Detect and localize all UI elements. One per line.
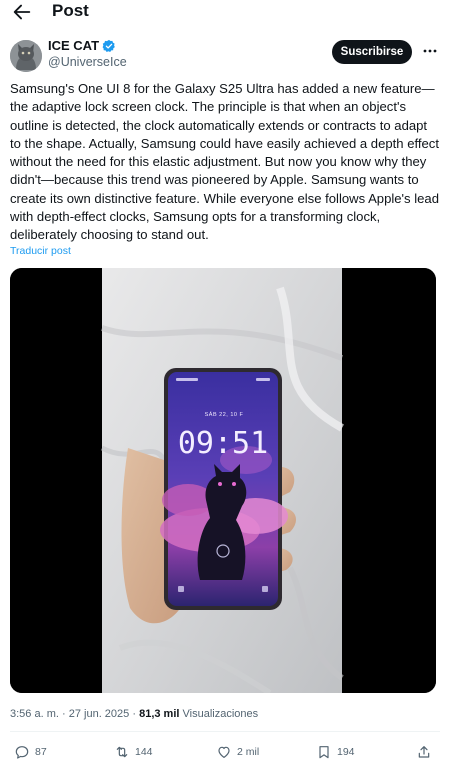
repost-icon: [116, 746, 128, 758]
bookmark-button[interactable]: 194: [316, 742, 355, 762]
back-arrow-icon[interactable]: [11, 1, 33, 23]
translate-post-link[interactable]: Traducir post: [10, 245, 71, 258]
post-text: Samsung's One UI 8 for the Galaxy S25 Ul…: [10, 81, 439, 243]
repost-count: 144: [135, 746, 153, 758]
post-meta: 3:56 a. m. · 27 jun. 2025 · 81,3 mil Vis…: [10, 707, 258, 721]
lock-screen-clock: 09:51: [178, 426, 268, 461]
share-icon: [418, 746, 430, 758]
meta-separator: ·: [132, 708, 137, 720]
like-count: 2 mil: [237, 746, 260, 758]
reply-icon: [15, 746, 29, 759]
lock-screen-date: SÁB 22, 10 F: [205, 411, 244, 418]
post-video[interactable]: SÁB 22, 10 F 09:51: [10, 268, 436, 693]
views-count: 81,3 mil: [139, 708, 180, 720]
avatar[interactable]: [10, 40, 42, 72]
page-title: Post: [52, 1, 89, 20]
video-frame: SÁB 22, 10 F 09:51: [10, 268, 436, 693]
share-button[interactable]: [416, 742, 432, 762]
post-time[interactable]: 3:56 a. m.: [10, 708, 59, 720]
bookmark-icon: [319, 746, 329, 759]
reply-button[interactable]: 87: [14, 742, 47, 762]
top-bar: Post: [0, 0, 450, 24]
post-date[interactable]: 27 jun. 2025: [69, 708, 130, 720]
heart-icon: [218, 746, 230, 758]
action-bar: 87 144 2 mil 194: [0, 742, 450, 762]
author-handle[interactable]: @UniverseIce: [48, 54, 127, 70]
reply-count: 87: [35, 746, 47, 758]
bookmark-count: 194: [337, 746, 355, 758]
verified-badge-icon: [102, 39, 115, 53]
author-row: ICE CAT @UniverseIce Suscribirse: [10, 38, 440, 72]
meta-separator: ·: [61, 708, 66, 720]
divider: [10, 731, 440, 732]
views-label: Visualizaciones: [182, 708, 259, 720]
author-name[interactable]: ICE CAT: [48, 38, 99, 54]
subscribe-button[interactable]: Suscribirse: [332, 40, 412, 64]
like-button[interactable]: 2 mil: [216, 742, 259, 762]
cat-avatar-icon: [10, 40, 42, 72]
repost-button[interactable]: 144: [114, 742, 153, 762]
author-name-row: ICE CAT: [48, 38, 116, 54]
more-options-icon[interactable]: [422, 46, 438, 56]
